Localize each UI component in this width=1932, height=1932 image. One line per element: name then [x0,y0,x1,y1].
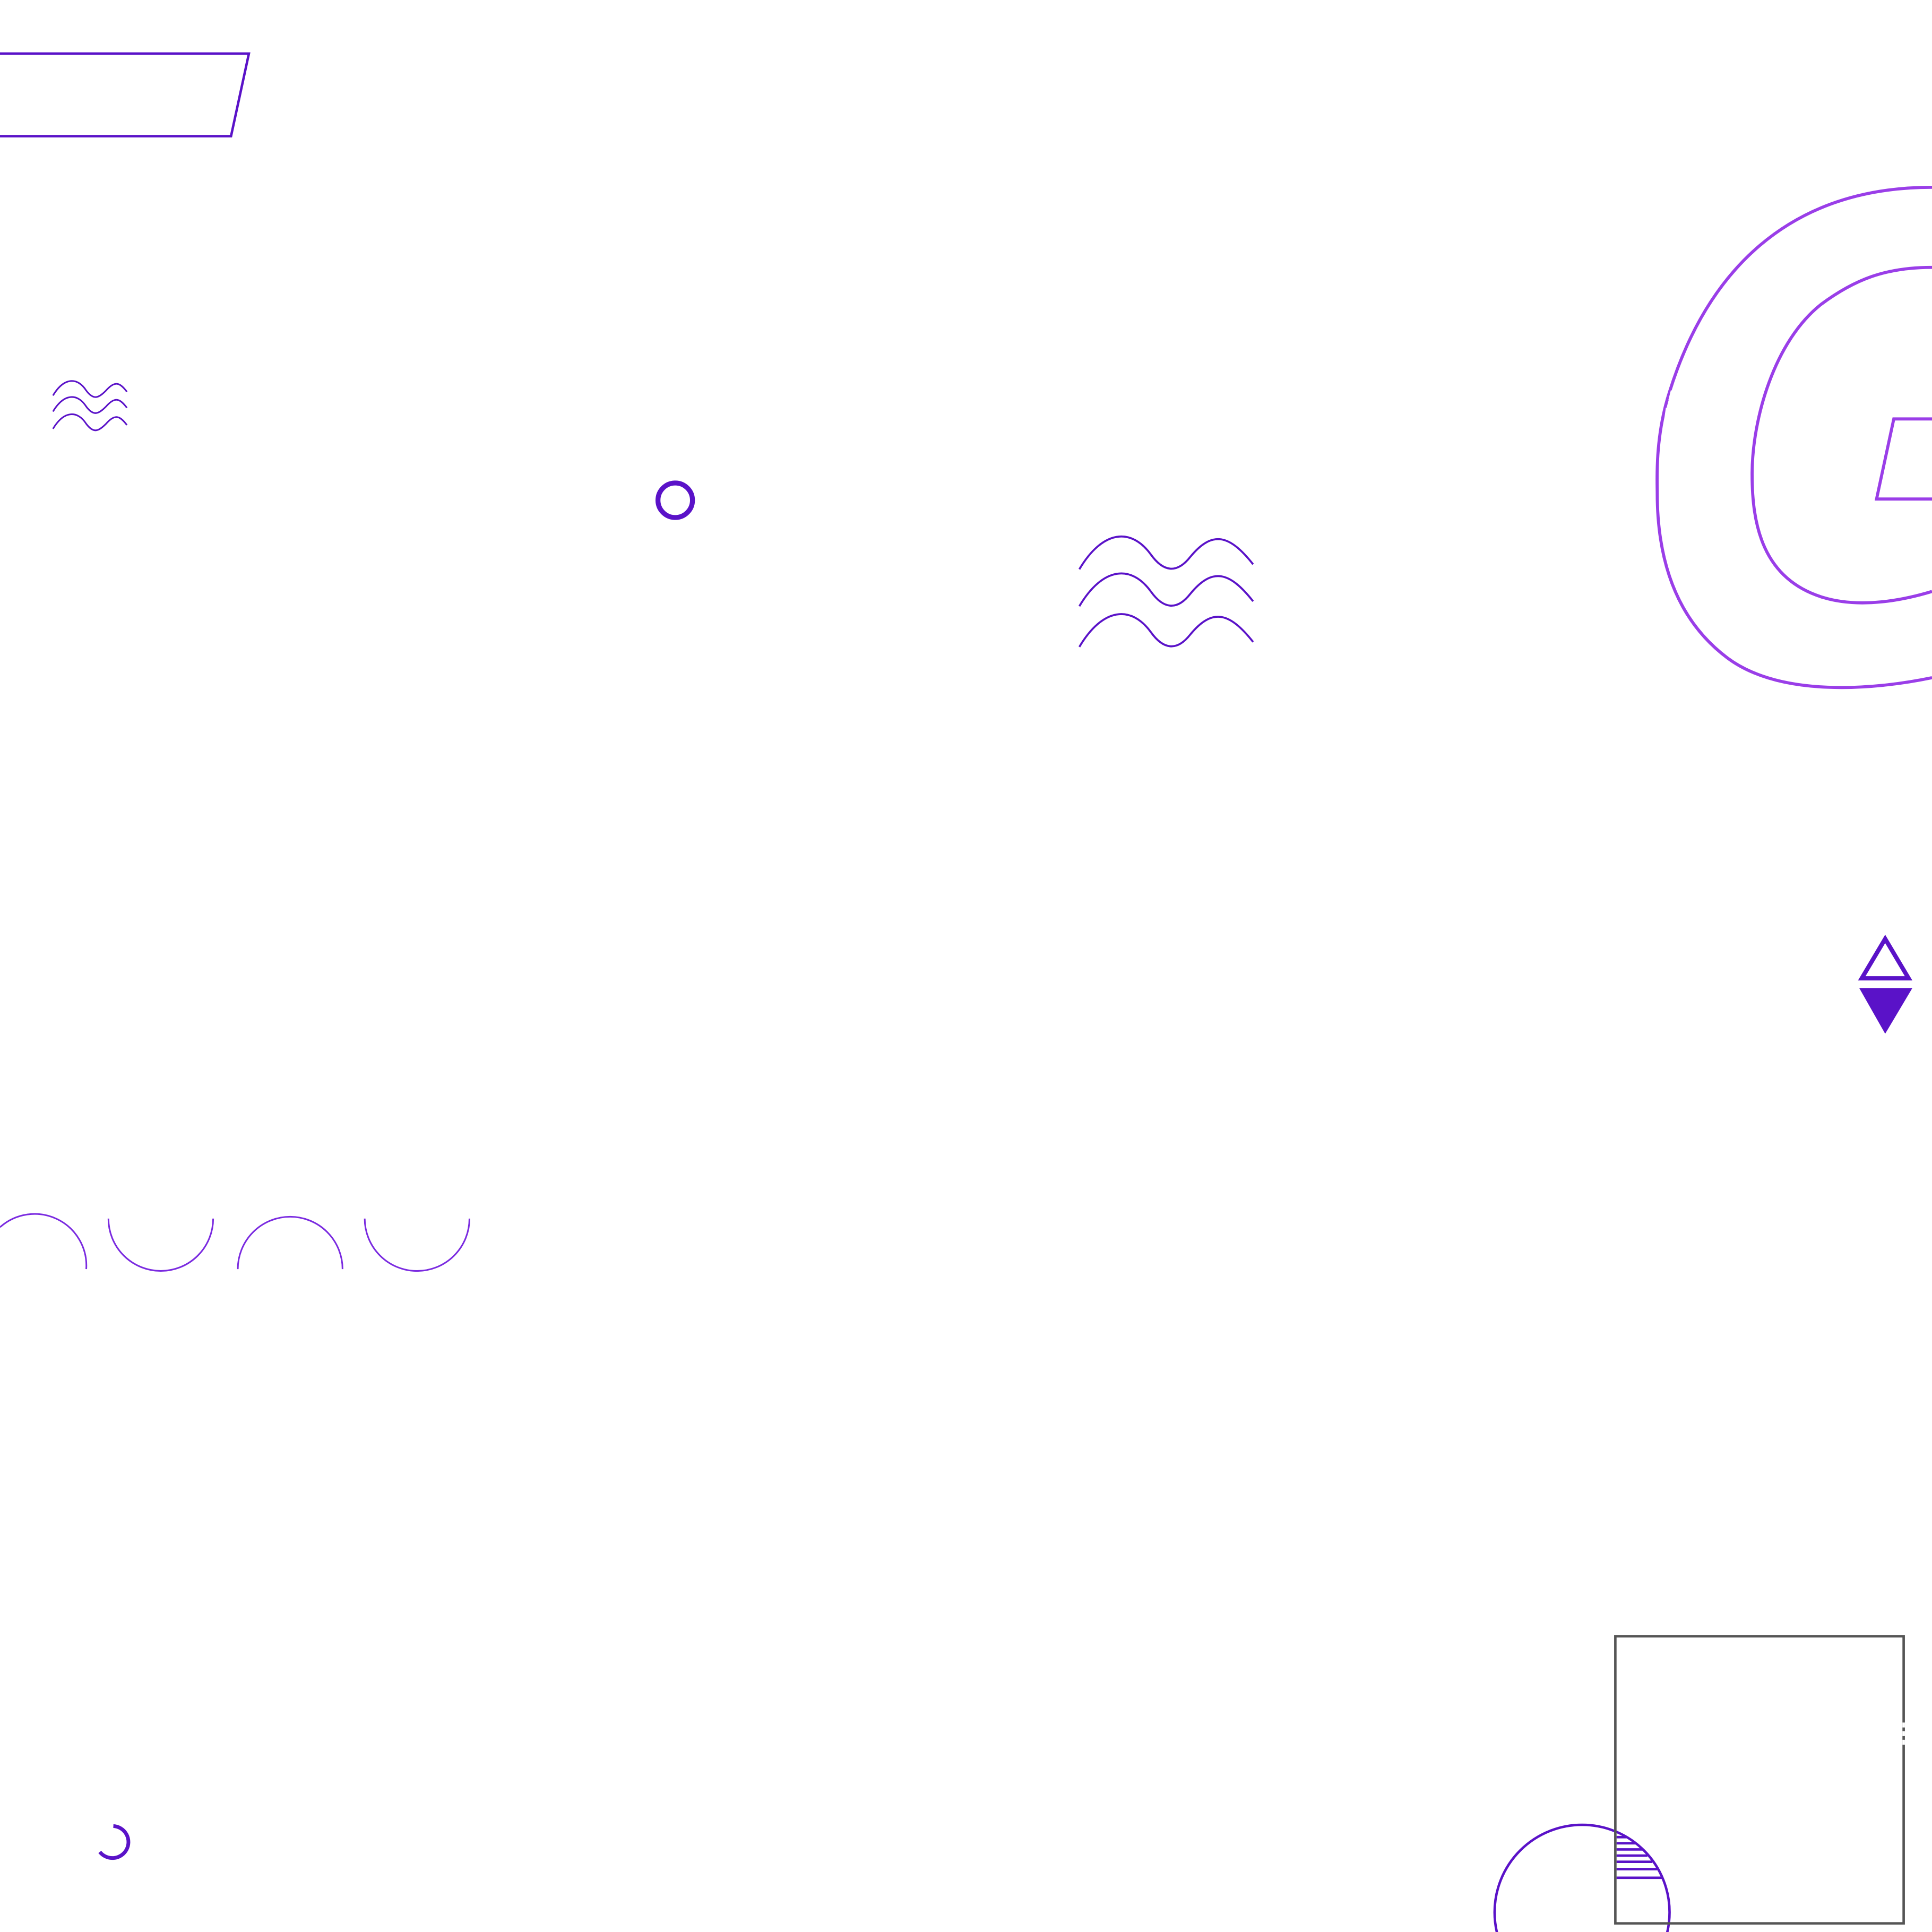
background [0,0,1932,1932]
decorative-background [0,0,1932,1932]
